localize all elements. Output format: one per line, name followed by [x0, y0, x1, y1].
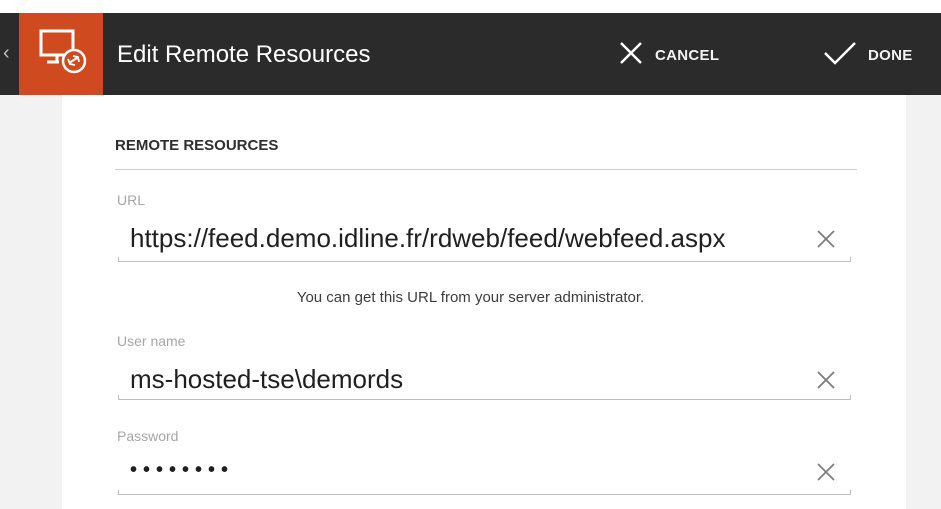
- password-label: Password: [117, 428, 179, 444]
- status-strip: [0, 0, 941, 13]
- back-chevron-icon[interactable]: ‹: [3, 41, 15, 65]
- done-label: DONE: [868, 46, 913, 64]
- password-input[interactable]: ••••••••: [130, 459, 234, 482]
- checkmark-icon: [822, 39, 858, 72]
- username-label: User name: [117, 333, 186, 349]
- url-label: URL: [117, 192, 146, 208]
- page-title: Edit Remote Resources: [117, 41, 371, 68]
- section-divider: [115, 169, 857, 170]
- url-input[interactable]: https://feed.demo.idline.fr/rdweb/feed/w…: [130, 223, 806, 254]
- clear-url-icon[interactable]: [815, 228, 837, 250]
- password-underline: [118, 490, 851, 495]
- url-hint: You can get this URL from your server ad…: [296, 289, 645, 306]
- clear-username-icon[interactable]: [815, 369, 837, 391]
- username-underline: [118, 395, 851, 400]
- url-underline: [118, 257, 851, 262]
- cancel-button[interactable]: CANCEL: [617, 37, 719, 73]
- username-input[interactable]: ms-hosted-tse\demords: [130, 364, 403, 395]
- remote-desktop-icon[interactable]: [19, 13, 103, 95]
- section-title: REMOTE RESOURCES: [115, 137, 279, 154]
- done-button[interactable]: DONE: [822, 37, 913, 73]
- app-bar: ‹ Edit Remote Resources CANCEL DONE: [0, 13, 941, 95]
- close-icon: [617, 39, 645, 72]
- cancel-label: CANCEL: [655, 46, 720, 64]
- clear-password-icon[interactable]: [815, 461, 837, 483]
- url-value: https://feed.demo.idline.fr/rdweb/feed/w…: [130, 223, 726, 253]
